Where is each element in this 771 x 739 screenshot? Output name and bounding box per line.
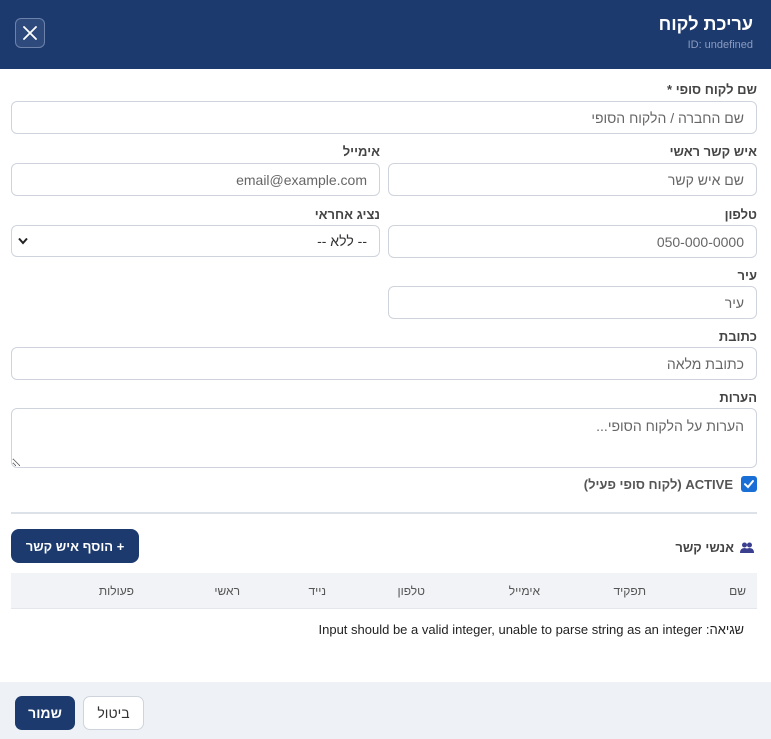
active-checkbox-label: ACTIVE (לקוח סופי פעיל) bbox=[583, 476, 733, 492]
save-button[interactable]: שמור bbox=[15, 696, 75, 730]
column-header-mobile: נייד bbox=[308, 584, 326, 598]
record-id: ID: undefined bbox=[687, 39, 753, 51]
main-contact-input[interactable] bbox=[388, 163, 757, 196]
column-header-primary: ראשי bbox=[214, 584, 240, 598]
column-header-email: אימייל bbox=[508, 584, 540, 598]
section-divider bbox=[11, 512, 757, 514]
close-button[interactable] bbox=[15, 18, 45, 48]
column-header-role: תפקיד bbox=[613, 584, 646, 598]
chevron-down-icon bbox=[18, 237, 28, 245]
phone-label: טלפון bbox=[724, 207, 757, 222]
rep-label: נציג אחראי bbox=[314, 207, 380, 222]
active-checkbox-row[interactable]: ACTIVE (לקוח סופי פעיל) bbox=[584, 476, 757, 492]
check-icon bbox=[744, 480, 754, 489]
city-input[interactable] bbox=[388, 286, 757, 319]
column-header-name: שם bbox=[729, 584, 746, 598]
close-icon bbox=[23, 26, 37, 40]
rep-select[interactable]: -- ללא -- bbox=[11, 225, 380, 257]
contacts-title: אנשי קשר bbox=[675, 540, 734, 555]
notes-textarea[interactable] bbox=[11, 408, 757, 468]
active-checkbox[interactable] bbox=[741, 476, 757, 492]
contacts-table-header: שם תפקיד אימייל טלפון נייד ראשי פעולות bbox=[11, 573, 757, 609]
address-label: כתובת bbox=[718, 329, 757, 344]
email-input[interactable] bbox=[11, 163, 380, 196]
city-label: עיר bbox=[737, 268, 757, 283]
contacts-section-title: אנשי קשר bbox=[675, 540, 754, 555]
rep-select-value: -- ללא -- bbox=[317, 233, 367, 249]
modal-header: עריכת לקוח ID: undefined bbox=[0, 0, 771, 69]
modal-title: עריכת לקוח bbox=[658, 14, 753, 34]
contacts-error-message: שגיאה: Input should be a valid integer, … bbox=[318, 622, 745, 637]
add-contact-button[interactable]: + הוסף איש קשר bbox=[11, 529, 139, 563]
column-header-phone: טלפון bbox=[397, 584, 425, 598]
address-input[interactable] bbox=[11, 347, 757, 380]
cancel-button[interactable]: ביטול bbox=[83, 696, 144, 730]
end-customer-name-label: שם לקוח סופי * bbox=[667, 82, 757, 97]
notes-label: הערות bbox=[719, 390, 757, 405]
column-header-actions: פעולות bbox=[98, 584, 134, 598]
users-icon bbox=[740, 542, 754, 553]
main-contact-label: איש קשר ראשי bbox=[669, 144, 757, 159]
end-customer-name-input[interactable] bbox=[11, 101, 757, 134]
email-label: אימייל bbox=[342, 144, 380, 159]
phone-input[interactable] bbox=[388, 225, 757, 258]
